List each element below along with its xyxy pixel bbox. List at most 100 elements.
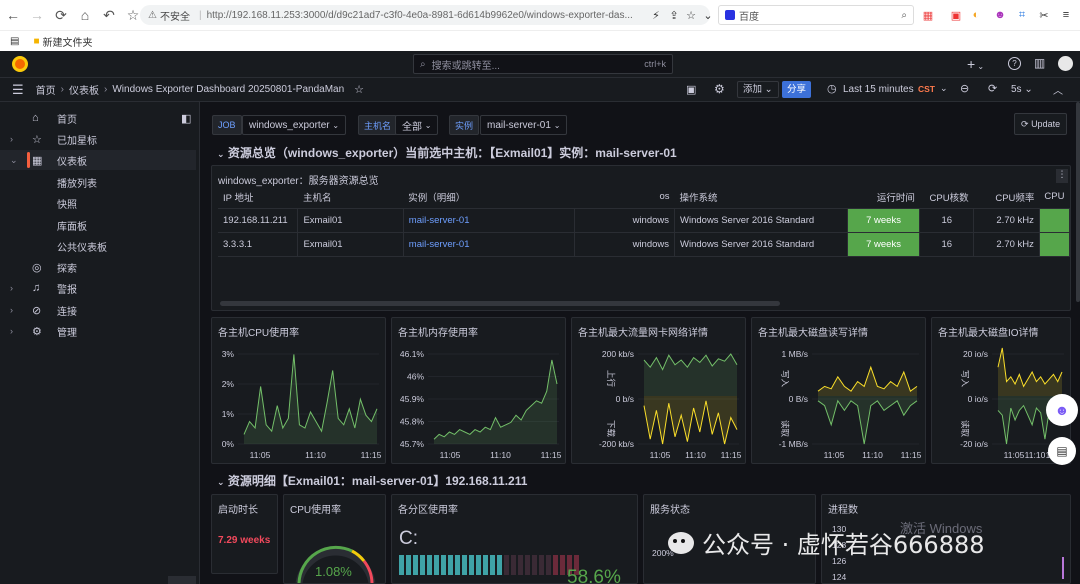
- sidebar-item-explore[interactable]: ◎ 探索: [0, 257, 196, 277]
- add-button[interactable]: 添加 ⌄: [737, 81, 779, 98]
- time-range-picker[interactable]: Last 15 minutes: [843, 84, 914, 95]
- sidebar-item-home[interactable]: ⌂ 首页: [0, 108, 196, 128]
- row-title-overview[interactable]: ⌄ 资源总览（windows_exporter）当前选中主机：【Exmail01…: [217, 144, 677, 161]
- panel-menu-icon[interactable]: ⋮: [1056, 169, 1068, 183]
- breadcrumb-dashboards[interactable]: 仪表板: [69, 82, 99, 97]
- bookmark-folder[interactable]: 新建文件夹: [43, 34, 93, 49]
- new-plus-button[interactable]: + ⌄: [967, 56, 984, 72]
- column-header[interactable]: CPU: [1039, 186, 1070, 209]
- uptime-panel: 启动时长 7.29 weeks: [211, 494, 278, 574]
- browser-chrome: ← → ⟳ ⌂ ↶ ☆ ⚠ 不安全 | http://192.168.11.25…: [0, 0, 1080, 51]
- robot-icon[interactable]: ☻: [992, 7, 1008, 23]
- chevron-down-icon[interactable]: ⌄: [940, 83, 948, 94]
- search-engine-box[interactable]: 百度 ⌕: [718, 5, 914, 25]
- bar-gauge-cell: [441, 555, 446, 575]
- table-cell-os-name: Windows Server 2016 Standard: [674, 208, 848, 233]
- update-button[interactable]: ⟳ Update: [1014, 113, 1068, 135]
- main-scrollbar[interactable]: [1076, 102, 1080, 302]
- chevron-right-icon[interactable]: ›: [10, 305, 13, 315]
- menu-toggle-icon[interactable]: ☰: [12, 82, 24, 98]
- refresh-icon[interactable]: ⟳: [988, 82, 997, 95]
- process-line: [1062, 557, 1064, 579]
- breadcrumb-dashboard-title[interactable]: Windows Exporter Dashboard 20250801-Pand…: [112, 84, 344, 95]
- star-icon[interactable]: ☆: [683, 7, 699, 23]
- search-icon[interactable]: ⌕: [901, 10, 907, 21]
- forward-icon[interactable]: →: [26, 4, 48, 26]
- instance-variable-select[interactable]: mail-server-01 ⌄: [480, 115, 568, 135]
- chevron-down-icon[interactable]: ⌄: [700, 7, 716, 23]
- column-header[interactable]: 运行时间: [847, 186, 920, 209]
- undo-icon[interactable]: ↶: [98, 4, 120, 26]
- table-cell-cpu: [1039, 232, 1070, 257]
- column-header[interactable]: os: [574, 186, 675, 209]
- ai-assistant-icon[interactable]: ☻: [1046, 394, 1078, 426]
- scissors-icon[interactable]: ✂: [1036, 7, 1052, 23]
- chevron-right-icon[interactable]: ›: [10, 326, 13, 336]
- sidebar-item-connections[interactable]: › ⊘ 连接: [0, 300, 196, 320]
- dock-sidebar-icon[interactable]: ◧: [181, 112, 191, 125]
- column-header[interactable]: CPU频率: [973, 186, 1040, 209]
- sidebar-item-playlists[interactable]: 播放列表: [0, 172, 196, 192]
- series-area: [244, 354, 377, 444]
- chevron-down-icon[interactable]: ⌄: [10, 155, 18, 166]
- settings-gear-icon[interactable]: ⚙: [714, 82, 725, 96]
- sidebar-item-label: 仪表板: [57, 156, 87, 168]
- sidebar-item-administration[interactable]: › ⚙ 管理: [0, 321, 196, 341]
- save-icon[interactable]: ▣: [686, 83, 696, 96]
- home-icon[interactable]: ⌂: [74, 4, 96, 26]
- avatar[interactable]: [1058, 56, 1073, 71]
- table-cell-instance-link[interactable]: mail-server-01: [403, 208, 575, 233]
- sidebar-item-starred[interactable]: › ☆ 已加星标: [0, 129, 196, 149]
- search-input[interactable]: ⌕ 搜索或跳转至... ctrl+k: [413, 54, 673, 74]
- pdf-icon[interactable]: ▣: [948, 7, 964, 23]
- partition-usage-panel: 各分区使用率 C: 58.6%: [391, 494, 638, 584]
- sidebar-item-public-dashboards[interactable]: 公共仪表板: [0, 236, 196, 256]
- collapse-chevron-icon[interactable]: ︿: [1053, 82, 1063, 97]
- sidebar-scrollbar[interactable]: [168, 576, 196, 584]
- column-header[interactable]: 实例（明细）: [403, 186, 575, 209]
- url-bar[interactable]: ⚠ 不安全 | http://192.168.11.253:3000/d/d9c…: [140, 5, 710, 25]
- zoom-out-icon[interactable]: ⊖: [960, 82, 969, 95]
- help-icon[interactable]: ?: [1008, 57, 1021, 70]
- grafana-logo-icon[interactable]: [12, 56, 28, 72]
- reload-icon[interactable]: ⟳: [50, 4, 72, 26]
- moon-icon[interactable]: ◐: [968, 7, 984, 23]
- bar-gauge-cell: [497, 555, 502, 575]
- sidebar-item-alerting[interactable]: › ♫ 警报: [0, 278, 196, 298]
- notes-icon[interactable]: ▤: [1048, 437, 1076, 465]
- y-tick-label: 1 MB/s: [782, 349, 808, 359]
- row-title-detail[interactable]: ⌄ 资源明细【Exmail01：mail-server-01】192.168.1…: [217, 472, 527, 489]
- lightning-icon[interactable]: ⚡: [648, 7, 664, 23]
- column-header[interactable]: 操作系统: [674, 186, 848, 209]
- sidebar-item-library-panels[interactable]: 库面板: [0, 215, 196, 235]
- refresh-icon: ⟳: [1021, 119, 1029, 129]
- table-cell-ip: 192.168.11.211: [218, 208, 299, 233]
- share-button[interactable]: 分享: [782, 81, 812, 98]
- sidebar-item-snapshots[interactable]: 快照: [0, 193, 196, 213]
- column-header[interactable]: CPU核数: [919, 186, 974, 209]
- sidebar-item-dashboards[interactable]: ⌄ ▦ 仪表板: [0, 150, 196, 170]
- refresh-interval[interactable]: 5s ⌄: [1011, 84, 1033, 95]
- y-tick-label: 3%: [222, 349, 235, 359]
- menu-icon[interactable]: ≡: [1058, 7, 1074, 23]
- x-tick-label: 11:15: [541, 450, 562, 460]
- table-horizontal-scrollbar[interactable]: [220, 301, 780, 306]
- share-icon[interactable]: ⇪: [666, 7, 682, 23]
- column-header[interactable]: IP 地址: [218, 186, 298, 209]
- chevron-right-icon[interactable]: ›: [10, 134, 13, 144]
- news-icon[interactable]: ▥: [1034, 56, 1045, 70]
- favorite-star-icon[interactable]: ☆: [354, 83, 364, 96]
- y-axis-label-bottom: 读取: [780, 420, 790, 438]
- breadcrumb-home[interactable]: 首页: [36, 82, 56, 97]
- table-cell-uptime: 7 weeks: [847, 208, 921, 233]
- back-icon[interactable]: ←: [2, 4, 24, 26]
- host-variable-select[interactable]: 全部 ⌄: [395, 115, 439, 135]
- job-variable-select[interactable]: windows_exporter ⌄: [242, 115, 347, 135]
- y-tick-label: 200 kb/s: [602, 349, 634, 359]
- chevron-right-icon[interactable]: ›: [10, 283, 13, 293]
- table-cell-instance-link[interactable]: mail-server-01: [403, 232, 575, 257]
- sidebar-toggle-icon[interactable]: ▤: [10, 36, 19, 47]
- crop-icon[interactable]: ⌗: [1014, 7, 1030, 23]
- column-header[interactable]: 主机名: [297, 186, 404, 209]
- grid-apps-icon[interactable]: ▦: [920, 7, 936, 23]
